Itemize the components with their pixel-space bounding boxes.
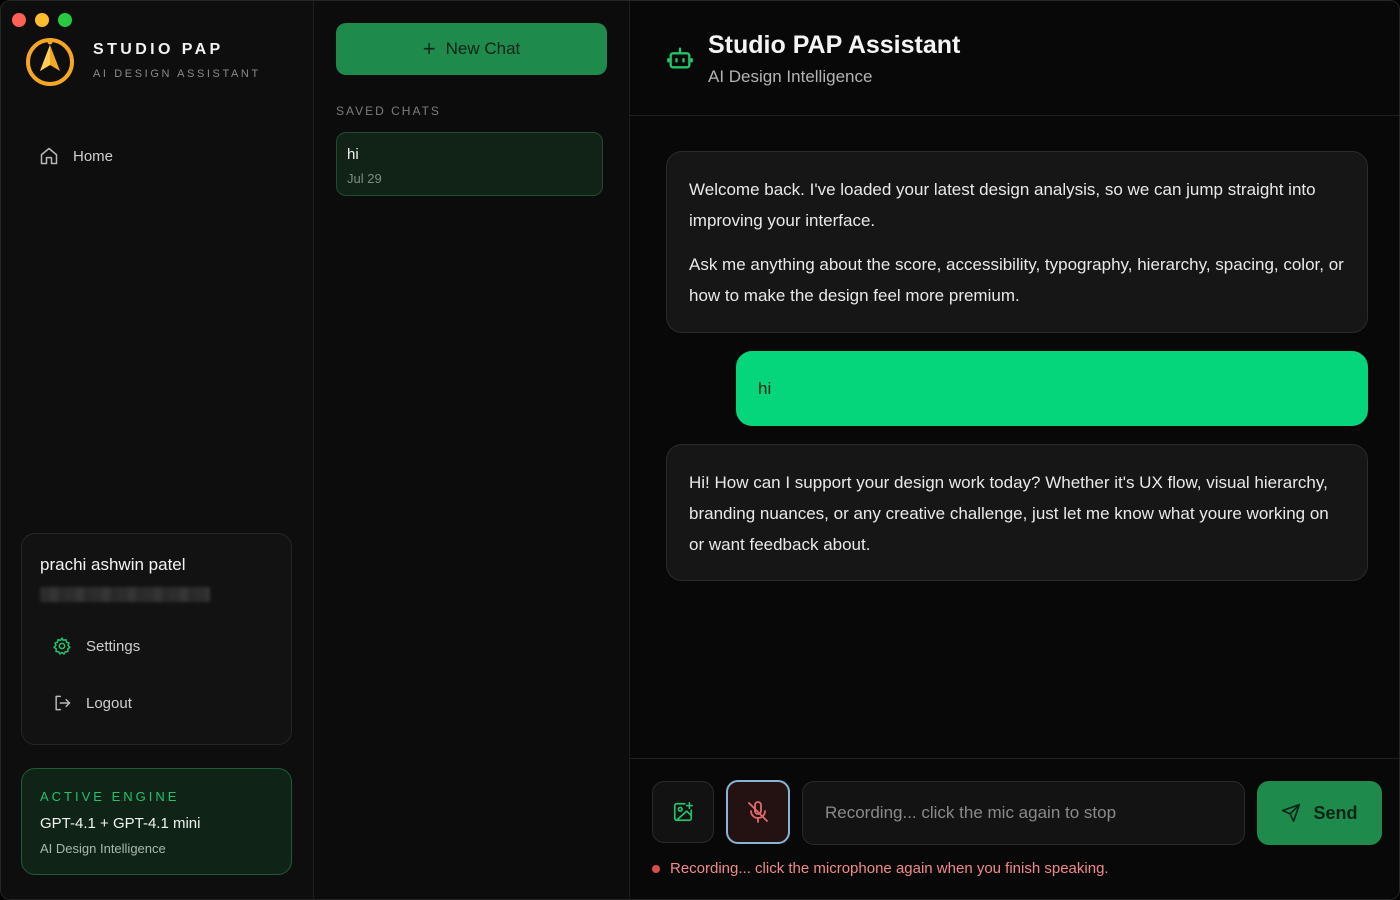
chat-list-panel: + New Chat SAVED CHATS hi Jul 29	[314, 1, 630, 899]
sidebar-item-label: Home	[73, 147, 114, 165]
compass-a-logo	[26, 38, 74, 86]
attach-image-button[interactable]	[652, 781, 714, 843]
user-email-redacted	[40, 587, 210, 602]
saved-chats-heading: SAVED CHATS	[336, 104, 441, 118]
new-chat-button[interactable]: + New Chat	[336, 23, 607, 75]
assistant-message: Hi! How can I support your design work t…	[666, 444, 1368, 581]
app-window: STUDIO PAP AI DESIGN ASSISTANT Home prac…	[0, 0, 1400, 900]
gear-icon	[53, 637, 71, 655]
message-input[interactable]	[802, 781, 1245, 845]
window-maximize-button[interactable]	[58, 13, 72, 27]
send-label: Send	[1313, 802, 1358, 823]
engine-subtitle: AI Design Intelligence	[40, 841, 166, 856]
brand-text: STUDIO PAP AI DESIGN ASSISTANT	[93, 41, 261, 80]
active-engine-card: ACTIVE ENGINE GPT-4.1 + GPT-4.1 mini AI …	[21, 768, 292, 875]
logout-label: Logout	[86, 694, 132, 712]
logout-icon	[55, 695, 71, 711]
user-message: hi	[736, 351, 1368, 426]
logout-button[interactable]: Logout	[42, 683, 272, 723]
recording-status-text: Recording... click the microphone again …	[670, 860, 1109, 877]
chat-header: Studio PAP Assistant AI Design Intellige…	[630, 1, 1399, 116]
sidebar: STUDIO PAP AI DESIGN ASSISTANT Home prac…	[1, 1, 314, 899]
chat-main: Studio PAP Assistant AI Design Intellige…	[630, 1, 1399, 899]
message-paragraph: Hi! How can I support your design work t…	[689, 473, 1329, 554]
brand-name: STUDIO PAP	[93, 40, 224, 58]
user-card: prachi ashwin patel Settings Logout	[21, 533, 292, 745]
send-icon	[1282, 803, 1301, 823]
image-add-icon	[673, 802, 693, 822]
brand-subtitle: AI DESIGN ASSISTANT	[93, 67, 261, 80]
engine-kicker: ACTIVE ENGINE	[40, 789, 180, 804]
message-paragraph: Ask me anything about the score, accessi…	[689, 255, 1344, 305]
user-name: prachi ashwin patel	[40, 555, 186, 574]
message-text: hi	[758, 379, 772, 398]
window-minimize-button[interactable]	[35, 13, 49, 27]
saved-chat-date: Jul 29	[347, 171, 382, 186]
window-controls	[12, 13, 72, 27]
recording-status: Recording... click the microphone again …	[652, 860, 1109, 877]
brand[interactable]: STUDIO PAP AI DESIGN ASSISTANT	[23, 33, 261, 87]
recording-dot-icon	[652, 864, 660, 873]
new-chat-label: New Chat	[445, 39, 521, 58]
saved-chat-item[interactable]: hi Jul 29	[336, 132, 603, 196]
page-title: Studio PAP Assistant	[708, 31, 961, 59]
sidebar-item-home[interactable]: Home	[25, 137, 289, 175]
assistant-message: Welcome back. I've loaded your latest de…	[666, 151, 1368, 333]
saved-chat-title: hi	[347, 146, 359, 163]
home-icon	[40, 147, 58, 165]
settings-button[interactable]: Settings	[42, 626, 272, 666]
window-close-button[interactable]	[12, 13, 26, 27]
composer: Send Recording... click the microphone a…	[630, 758, 1399, 899]
send-button[interactable]: Send	[1257, 781, 1382, 845]
plus-icon: +	[422, 36, 436, 61]
settings-label: Settings	[86, 637, 141, 655]
engine-name: GPT-4.1 + GPT-4.1 mini	[40, 815, 201, 832]
microphone-button[interactable]	[726, 780, 790, 844]
message-paragraph: Welcome back. I've loaded your latest de…	[689, 180, 1316, 230]
robot-icon	[667, 47, 693, 69]
mic-off-icon	[748, 801, 768, 823]
page-subtitle: AI Design Intelligence	[708, 67, 873, 86]
